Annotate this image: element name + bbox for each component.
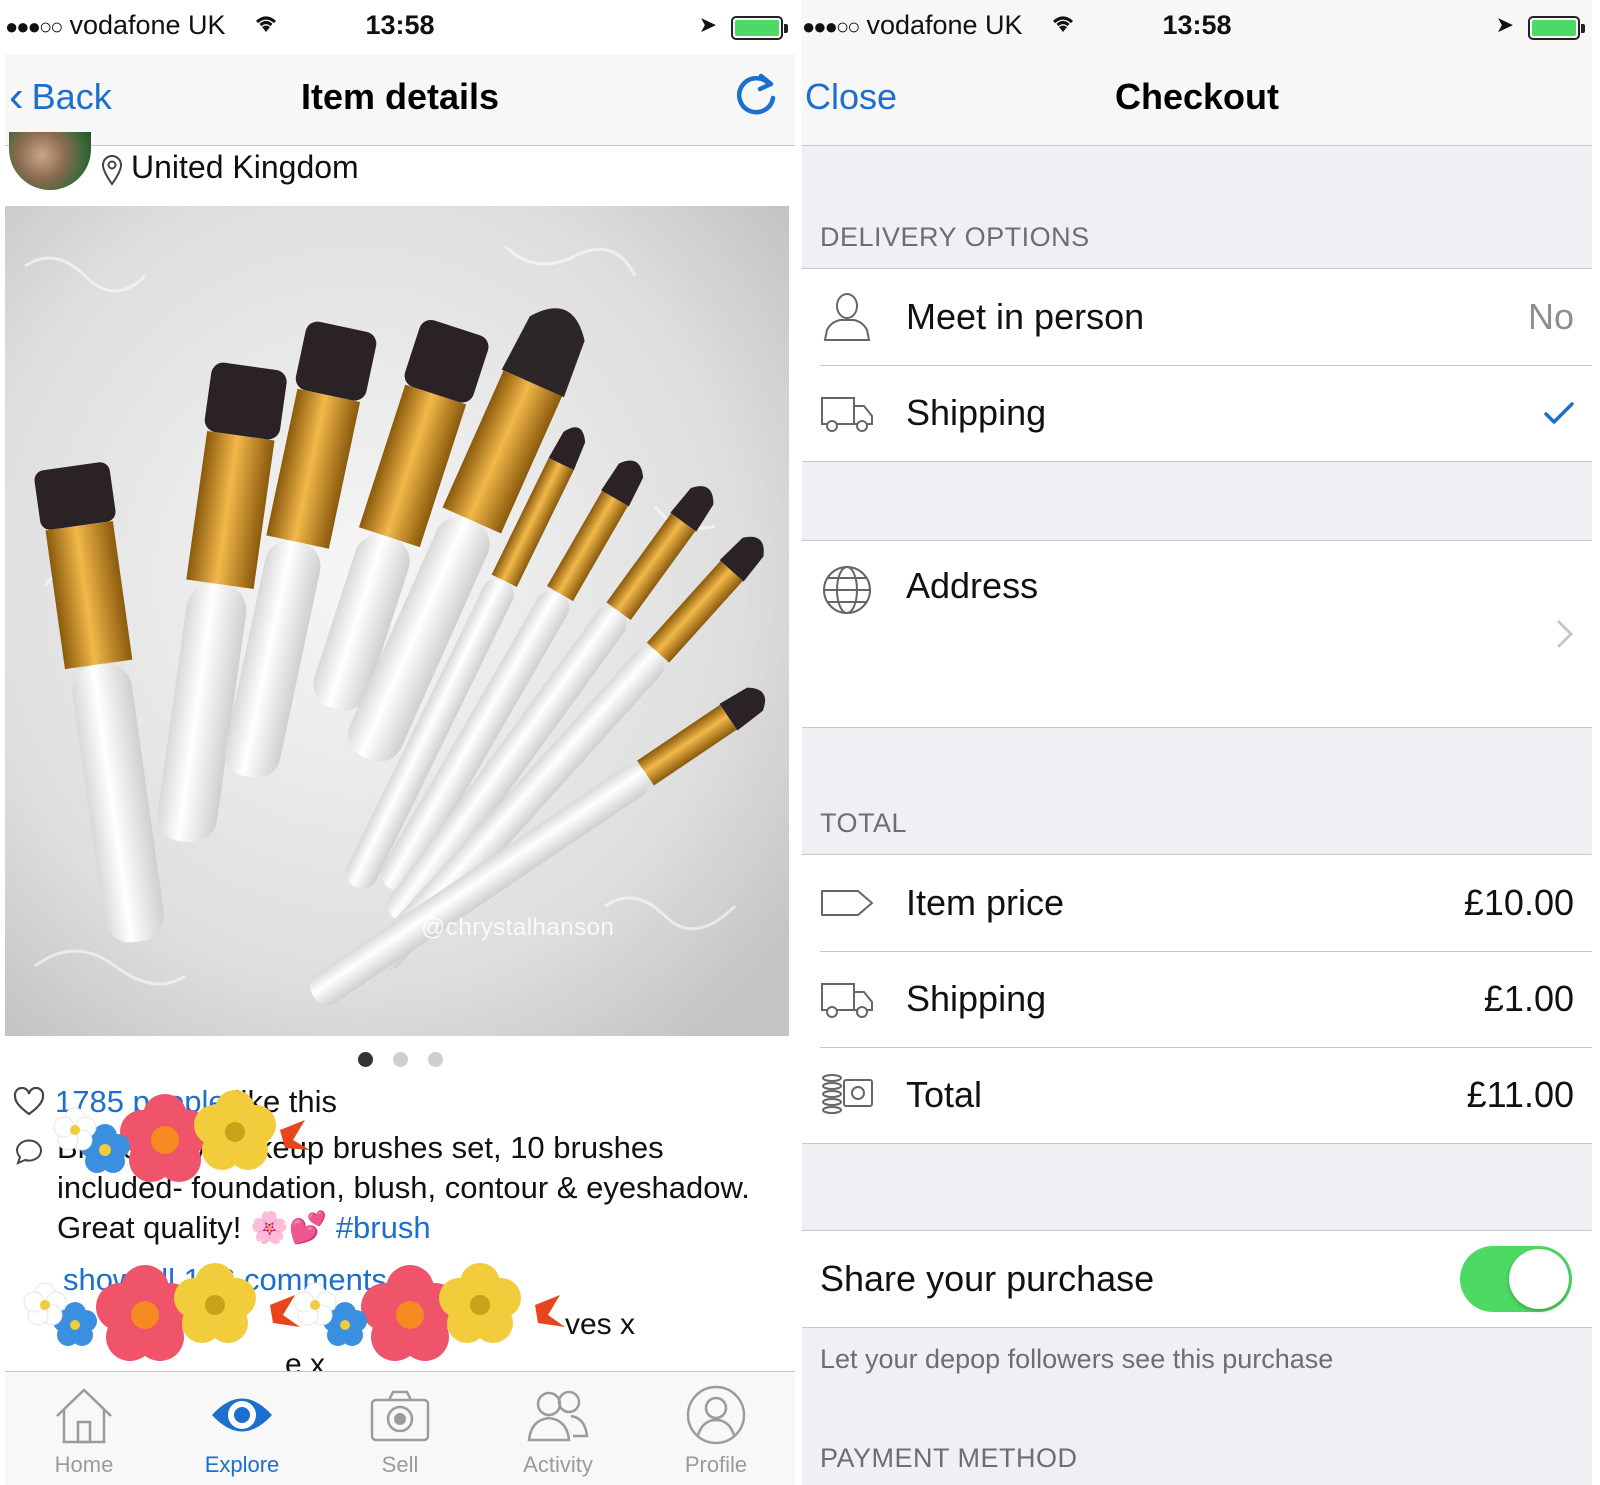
seller-location: United Kingdom <box>131 149 359 185</box>
shipping-cost-value: £1.00 <box>1483 978 1574 1019</box>
chevron-right-icon <box>1557 620 1574 648</box>
item-description: Brand new makeup brushes set, 10 brushes… <box>57 1128 787 1248</box>
nav-bar: ‹ Back Item details <box>5 54 795 146</box>
item-details-screen: ●●●○○ vodafone UK 13:58 ➤ ‹ Back Item det… <box>5 0 795 1485</box>
checkout-screen: ●●●○○ vodafone UK 13:58 ➤ Close Checkout … <box>802 0 1592 1485</box>
share-purchase-toggle[interactable] <box>1460 1246 1572 1312</box>
clock: 13:58 <box>365 10 435 40</box>
photo-watermark: @chrystalhanson <box>421 914 615 941</box>
tab-label: Home <box>54 1452 114 1477</box>
camera-icon <box>370 1390 430 1442</box>
share-purchase-row: Share your purchase <box>802 1231 1592 1327</box>
photo-pager[interactable] <box>5 1052 795 1067</box>
page-title: Item details <box>300 76 500 117</box>
address-label: Address <box>906 565 1039 606</box>
total-header: TOTAL <box>820 808 908 838</box>
toggle-knob <box>1509 1249 1569 1309</box>
profile-icon <box>686 1385 746 1445</box>
seller-avatar[interactable] <box>9 132 91 190</box>
shipping-cost-label: Shipping <box>906 978 1047 1019</box>
truck-icon <box>821 983 873 1018</box>
meet-label: Meet in person <box>906 296 1145 337</box>
item-photo[interactable]: @chrystalhanson <box>5 206 789 1036</box>
status-bar: ●●●○○ vodafone UK 13:58 ➤ <box>802 0 1592 54</box>
share-label: Share your purchase <box>820 1258 1155 1299</box>
tab-label: Profile <box>684 1452 748 1477</box>
tab-bar: Home Explore Sell Activity Profile <box>5 1371 795 1485</box>
tab-explore[interactable]: Explore <box>163 1372 321 1485</box>
money-icon <box>822 1074 873 1114</box>
meet-value: No <box>1527 296 1574 337</box>
eye-icon <box>212 1398 272 1432</box>
hashtag-link[interactable]: #brush <box>336 1210 431 1245</box>
total-label: Total <box>906 1074 983 1115</box>
item-price-value: £10.00 <box>1463 882 1574 923</box>
delivery-options-group: Meet in person No Shipping <box>802 268 1592 462</box>
globe-icon <box>823 566 871 614</box>
tab-label: Activity <box>523 1452 593 1477</box>
person-icon <box>823 292 871 341</box>
shipping-cost-row: Shipping £1.00 <box>802 951 1592 1047</box>
tab-sell[interactable]: Sell <box>321 1372 479 1485</box>
tab-label: Sell <box>381 1452 419 1477</box>
total-value: £11.00 <box>1466 1074 1574 1115</box>
item-price-row: Item price £10.00 <box>802 855 1592 951</box>
total-group: Item price £10.00 Shipping £1.00 Total £… <box>802 854 1592 1144</box>
status-bar: ●●●○○ vodafone UK 13:58 ➤ <box>5 0 795 54</box>
tab-home[interactable]: Home <box>5 1372 163 1485</box>
likes-count-link[interactable]: 1785 people <box>55 1084 226 1120</box>
shipping-label: Shipping <box>906 392 1047 433</box>
refresh-icon[interactable] <box>733 72 779 118</box>
address-group: Address <box>802 540 1592 728</box>
comment-text: ves x <box>565 1308 636 1341</box>
location-pin-icon <box>101 155 123 186</box>
delivery-options-header: DELIVERY OPTIONS <box>820 222 1090 252</box>
item-price-label: Item price <box>906 882 1065 923</box>
brushes-image <box>5 206 789 1036</box>
address-row[interactable]: Address <box>802 541 1592 727</box>
comment-icon[interactable] <box>13 1136 45 1166</box>
nav-bar: Close Checkout <box>802 54 1592 146</box>
share-footnote: Let your depop followers see this purcha… <box>820 1344 1334 1374</box>
heart-icon[interactable] <box>13 1087 45 1117</box>
location-arrow-icon: ➤ <box>1495 12 1514 37</box>
clock: 13:58 <box>1162 10 1232 40</box>
show-all-comments-link[interactable]: show all 156 comments... <box>63 1262 413 1298</box>
tab-profile[interactable]: Profile <box>637 1372 795 1485</box>
total-row: Total £11.00 <box>802 1047 1592 1143</box>
battery-icon <box>1528 16 1585 40</box>
pager-dot[interactable] <box>357 1052 373 1067</box>
tag-icon <box>821 890 873 916</box>
likes-row: 1785 people like this <box>13 1084 337 1120</box>
home-icon <box>56 1388 112 1444</box>
tab-activity[interactable]: Activity <box>479 1372 637 1485</box>
payment-method-header: PAYMENT METHOD <box>820 1443 1078 1473</box>
likes-suffix: like this <box>233 1084 338 1119</box>
pager-dot[interactable] <box>392 1052 408 1067</box>
meet-in-person-row[interactable]: Meet in person No <box>802 269 1592 365</box>
location-arrow-icon: ➤ <box>698 12 717 37</box>
page-title: Checkout <box>1114 76 1280 117</box>
tab-label: Explore <box>204 1452 280 1477</box>
battery-icon <box>731 16 788 40</box>
share-group: Share your purchase <box>802 1230 1592 1328</box>
truck-icon <box>821 397 873 432</box>
pager-dot[interactable] <box>427 1052 443 1067</box>
checkmark-icon <box>1544 402 1574 424</box>
people-icon <box>527 1390 589 1442</box>
seller-row: United Kingdom <box>5 132 795 206</box>
shipping-option-row[interactable]: Shipping <box>802 365 1592 461</box>
